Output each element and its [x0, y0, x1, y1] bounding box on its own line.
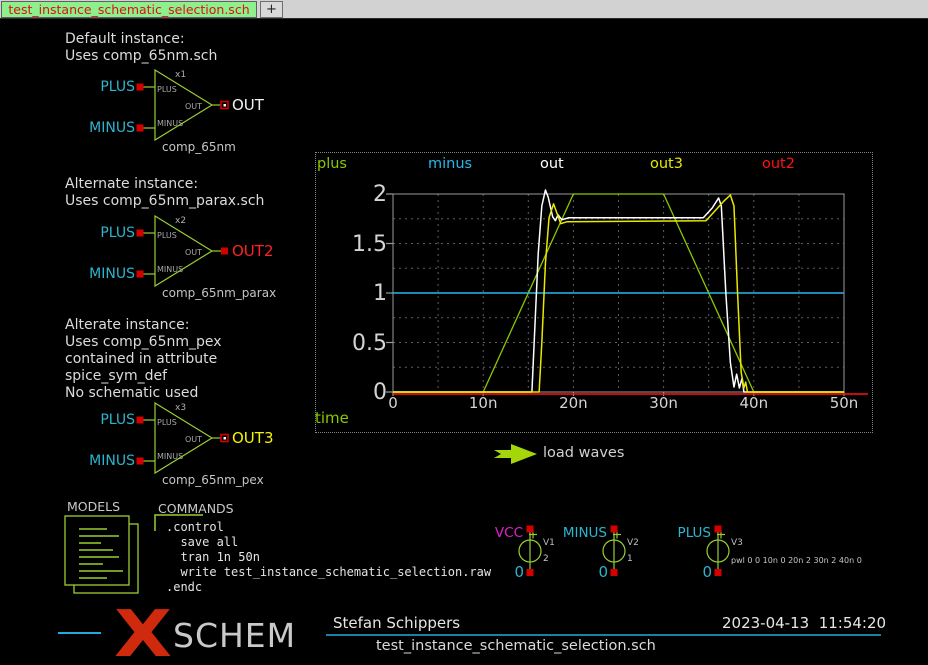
load-waves-arrow-icon[interactable] — [494, 444, 537, 464]
models-icon[interactable] — [65, 516, 138, 593]
tab-bar: test_instance_schematic_selection.sch + — [0, 0, 928, 19]
pin-square-minus[interactable] — [137, 125, 144, 132]
comparator-x3[interactable] — [137, 403, 229, 473]
voltage-source-V3[interactable] — [707, 526, 729, 577]
new-tab-button[interactable]: + — [260, 1, 283, 18]
pin-square-out[interactable] — [221, 248, 228, 255]
xschem-window: test_instance_schematic_selection.sch + … — [0, 0, 928, 665]
pin-square-minus[interactable] — [137, 458, 144, 465]
comparator-symbol[interactable] — [155, 216, 212, 286]
pin-square-minus[interactable] — [137, 271, 144, 278]
pin-square-bottom[interactable] — [715, 569, 722, 576]
tab-current-schematic[interactable]: test_instance_schematic_selection.sch — [1, 1, 257, 18]
pin-square-plus[interactable] — [137, 230, 144, 237]
spice-commands-text[interactable]: .control save all tran 1n 50n write test… — [166, 520, 491, 595]
voltage-source-V2[interactable] — [603, 526, 625, 577]
pin-square-top[interactable] — [715, 526, 722, 533]
comparator-symbol[interactable] — [155, 70, 212, 140]
pin-square-bottom[interactable] — [611, 569, 618, 576]
graph-area[interactable] — [386, 190, 868, 396]
comparator-x1[interactable] — [137, 70, 229, 140]
pin-square-top[interactable] — [611, 526, 618, 533]
xschem-logo-x: X — [114, 598, 172, 665]
comparator-x2[interactable] — [137, 216, 229, 286]
comparator-symbol[interactable] — [155, 403, 212, 473]
schematic-canvas[interactable]: X MODELS COMMANDS load waves time Stefan… — [0, 0, 928, 665]
pin-dot — [224, 437, 227, 440]
pin-dot — [224, 104, 227, 107]
pin-square-top[interactable] — [527, 526, 534, 533]
pin-square-bottom[interactable] — [527, 569, 534, 576]
voltage-source-V1[interactable] — [519, 526, 541, 577]
pin-square-plus[interactable] — [137, 417, 144, 424]
pin-square-plus[interactable] — [137, 84, 144, 91]
